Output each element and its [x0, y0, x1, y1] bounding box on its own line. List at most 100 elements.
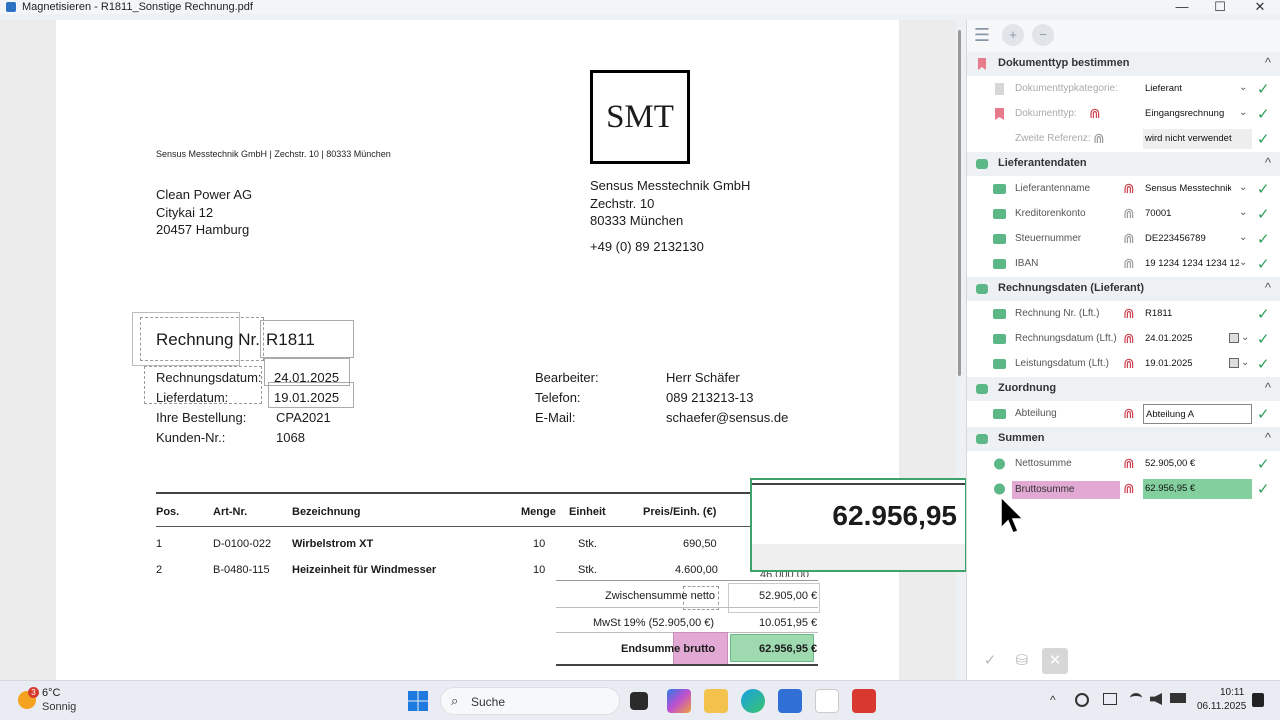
clock-date[interactable]: 06.11.2025: [1197, 701, 1246, 712]
invoice-number-field[interactable]: R1811: [1143, 304, 1252, 324]
chevron-down-icon[interactable]: ⌄: [1239, 207, 1247, 218]
cancel-button[interactable]: ✕: [1042, 648, 1068, 674]
check-icon: ✓: [1257, 106, 1270, 123]
magnifier-rule: [752, 483, 965, 485]
chevron-down-icon[interactable]: ⌄: [1239, 182, 1247, 193]
section-doctype[interactable]: Dokumenttyp bestimmen ^: [967, 52, 1280, 76]
magnet-icon[interactable]: ⋒: [1123, 405, 1135, 421]
task-view-icon[interactable]: [630, 692, 648, 710]
section-invoice-data[interactable]: Rechnungsdaten (Lieferant) ^: [967, 277, 1280, 301]
field-label: IBAN: [1015, 258, 1039, 269]
windows-start-icon[interactable]: [406, 689, 430, 713]
chevron-down-icon[interactable]: ⌄: [1241, 332, 1249, 343]
chevron-down-icon[interactable]: ⌄: [1239, 107, 1247, 118]
currency-field-icon: [994, 458, 1005, 470]
magnet-icon[interactable]: ⋒: [1123, 255, 1135, 271]
second-ref-field[interactable]: wird nicht verwendet: [1143, 129, 1252, 149]
notification-icon[interactable]: [1252, 693, 1264, 707]
section-supplier[interactable]: Lieferantendaten ^: [967, 152, 1280, 176]
store-icon[interactable]: [778, 689, 802, 713]
calendar-icon[interactable]: [1229, 333, 1239, 343]
table-cell: 10: [533, 538, 546, 550]
field-row-supplier-name: Lieferantenname ⋒ Sensus Messtechnik Gmb…: [967, 177, 1280, 202]
magnet-icon[interactable]: ⋒: [1123, 480, 1135, 496]
chevron-down-icon[interactable]: ⌄: [1239, 257, 1247, 268]
search-label: Suche: [471, 695, 506, 709]
sync-icon[interactable]: [1075, 693, 1089, 707]
section-sums[interactable]: Summen ^: [967, 427, 1280, 451]
taskbar-search[interactable]: ⌕ Suche: [440, 687, 620, 715]
list-view-icon[interactable]: ☰: [971, 24, 993, 46]
weather-badge: 3: [28, 687, 39, 698]
collapse-icon[interactable]: ^: [1265, 55, 1271, 70]
check-icon: ✓: [1257, 181, 1270, 198]
magnet-icon[interactable]: ⋒: [1123, 205, 1135, 221]
supplier-name-field[interactable]: Sensus Messtechnik GmbH: [1143, 179, 1231, 199]
meta-value: Herr Schäfer: [666, 370, 740, 385]
invoice-number: R1811: [266, 330, 315, 349]
magnet-icon[interactable]: ⋒: [1123, 305, 1135, 321]
m365-icon[interactable]: [667, 689, 691, 713]
magnet-icon[interactable]: ⋒: [1123, 455, 1135, 471]
panel-actions: ✓ ⛁ ✕: [967, 644, 1280, 680]
collapse-icon[interactable]: ^: [1265, 430, 1271, 445]
table-cell: 690,50: [683, 538, 717, 550]
wifi-icon[interactable]: [1130, 693, 1142, 703]
meta-label: E-Mail:: [535, 410, 576, 425]
field-row-tax-number: Steuernummer ⋒ DE223456789 ⌄ ✓: [967, 227, 1280, 252]
pdf-app-icon[interactable]: [852, 689, 876, 713]
gross-sum-field[interactable]: 62.956,95 €: [1143, 479, 1252, 499]
magnet-icon[interactable]: ⋒: [1123, 355, 1135, 371]
magnet-icon[interactable]: ⋒: [1123, 180, 1135, 196]
section-assignment[interactable]: Zuordnung ^: [967, 377, 1280, 401]
document-scrollbar[interactable]: [958, 30, 961, 376]
edge-icon[interactable]: [741, 689, 765, 713]
zoom-in-icon[interactable]: +: [1002, 24, 1024, 46]
collapse-icon[interactable]: ^: [1265, 155, 1271, 170]
service-date-field[interactable]: 19.01.2025: [1143, 354, 1227, 374]
table-cell: 10: [533, 564, 546, 576]
magnet-icon[interactable]: ⋒: [1123, 230, 1135, 246]
maximize-button[interactable]: ☐: [1200, 0, 1240, 14]
check-icon: ✓: [1257, 206, 1270, 223]
collapse-icon[interactable]: ^: [1265, 380, 1271, 395]
battery-icon[interactable]: [1170, 693, 1186, 703]
clock-time[interactable]: 10:11: [1220, 687, 1244, 698]
check-icon: ✓: [1257, 306, 1270, 323]
confirm-button[interactable]: ✓: [977, 648, 1003, 674]
magnetize-app-icon[interactable]: [815, 689, 839, 713]
iban-field[interactable]: 19 1234 1234 1234 12: [1143, 254, 1239, 274]
chevron-down-icon[interactable]: ⌄: [1239, 232, 1247, 243]
calendar-icon[interactable]: [1229, 358, 1239, 368]
department-field[interactable]: Abteilung A: [1143, 404, 1252, 424]
creditor-field[interactable]: 70001: [1143, 204, 1252, 224]
field-label: Nettosumme: [1015, 458, 1072, 469]
table-cell: Stk.: [578, 564, 597, 576]
invoice-date-field[interactable]: 24.01.2025: [1143, 329, 1227, 349]
doctype-category-select[interactable]: Lieferant: [1143, 79, 1252, 99]
doctype-select[interactable]: Eingangsrechnung: [1143, 104, 1252, 124]
text-field-icon: [993, 309, 1006, 319]
document-viewer[interactable]: Sensus Messtechnik GmbH | Zechstr. 10 | …: [0, 20, 956, 680]
invoice-title-label: Rechnung Nr.: [156, 330, 260, 349]
tax-number-field[interactable]: DE223456789: [1143, 229, 1252, 249]
save-button[interactable]: ⛁: [1009, 648, 1035, 674]
recipient-city: 20457 Hamburg: [156, 222, 250, 237]
check-icon: ✓: [1257, 131, 1270, 148]
section-title: Dokumenttyp bestimmen: [998, 57, 1130, 69]
net-sum-field[interactable]: 52.905,00 €: [1143, 454, 1252, 474]
chevron-down-icon[interactable]: ⌄: [1239, 82, 1247, 93]
file-explorer-icon[interactable]: [704, 689, 728, 713]
meta-label: Ihre Bestellung:: [156, 410, 247, 425]
magnet-icon[interactable]: ⋒: [1089, 105, 1101, 121]
minimize-button[interactable]: —: [1162, 0, 1202, 14]
volume-icon[interactable]: [1150, 693, 1162, 705]
collapse-icon[interactable]: ^: [1265, 280, 1271, 295]
tray-overflow-icon[interactable]: ^: [1050, 693, 1056, 707]
close-button[interactable]: ✕: [1240, 0, 1280, 14]
chevron-down-icon[interactable]: ⌄: [1241, 357, 1249, 368]
cloud-off-icon[interactable]: [1103, 693, 1117, 705]
magnet-icon[interactable]: ⋒: [1093, 130, 1105, 146]
magnet-icon[interactable]: ⋒: [1123, 330, 1135, 346]
zoom-out-icon[interactable]: −: [1032, 24, 1054, 46]
